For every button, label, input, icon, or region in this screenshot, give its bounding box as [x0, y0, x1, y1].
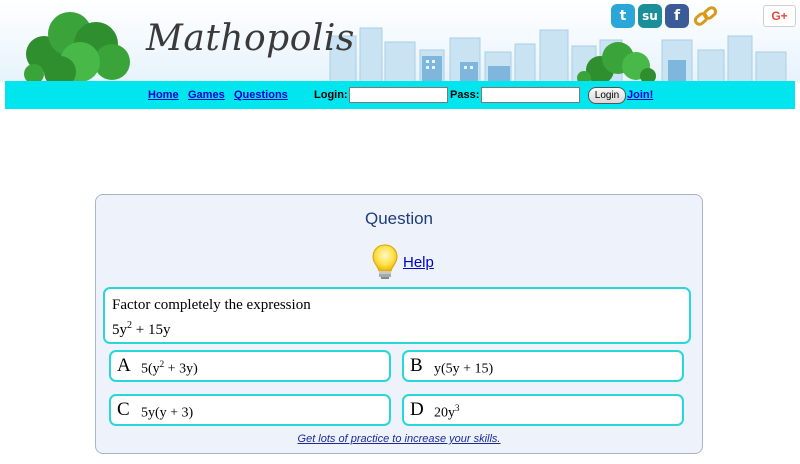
prompt-expr-rest: + 15y [132, 322, 171, 338]
pass-label: Pass: [450, 89, 480, 101]
stumbleupon-icon[interactable]: su [638, 4, 662, 28]
answer-option-b[interactable]: B y(5y + 15) [402, 350, 684, 382]
join-link[interactable]: Join! [627, 89, 653, 101]
question-prompt: Factor completely the expression 5y2 + 1… [103, 287, 691, 344]
answer-letter: C [117, 399, 130, 420]
password-input[interactable] [481, 87, 580, 103]
prompt-expression: 5y2 + 15y [112, 320, 170, 339]
answer-text: y(5y + 15) [434, 361, 494, 377]
question-title: Question [364, 209, 434, 228]
nav-games-link[interactable]: Games [188, 89, 225, 101]
facebook-icon[interactable]: f [665, 4, 689, 28]
login-button[interactable]: Login [588, 87, 626, 104]
link-icon[interactable] [693, 4, 718, 28]
site-logo[interactable]: Mathopolis [146, 18, 355, 59]
answer-letter: B [410, 355, 423, 376]
login-input[interactable] [349, 87, 448, 103]
lightbulb-icon[interactable] [371, 243, 399, 281]
answer-text: 5y(y + 3) [141, 405, 194, 421]
answer-option-a[interactable]: A 5(y2 + 3y) [109, 350, 391, 382]
practice-link[interactable]: Get lots of practice to increase your sk… [96, 433, 702, 445]
login-label: Login: [314, 89, 348, 101]
answer-text: 20y3 [434, 403, 460, 421]
answer-option-c[interactable]: C 5y(y + 3) [109, 394, 391, 426]
site-header: Mathopolis t su f G+ [0, 0, 800, 82]
answer-option-d[interactable]: D 20y3 [402, 394, 684, 426]
nav-questions-link[interactable]: Questions [234, 89, 288, 101]
help-link[interactable]: Help [403, 254, 434, 271]
nav-home-link[interactable]: Home [148, 89, 179, 101]
question-panel: Question Help Factor completely the expr… [95, 194, 703, 454]
nav-bar: Home Games Questions Login: Pass: Login … [5, 81, 795, 109]
answer-text: 5(y2 + 3y) [141, 359, 198, 377]
google-plus-button[interactable]: G+ [763, 5, 796, 27]
prompt-expr-base: 5y [112, 322, 127, 338]
twitter-icon[interactable]: t [611, 4, 635, 28]
answer-letter: D [410, 399, 424, 420]
prompt-text: Factor completely the expression [112, 297, 311, 313]
answer-letter: A [117, 355, 131, 376]
